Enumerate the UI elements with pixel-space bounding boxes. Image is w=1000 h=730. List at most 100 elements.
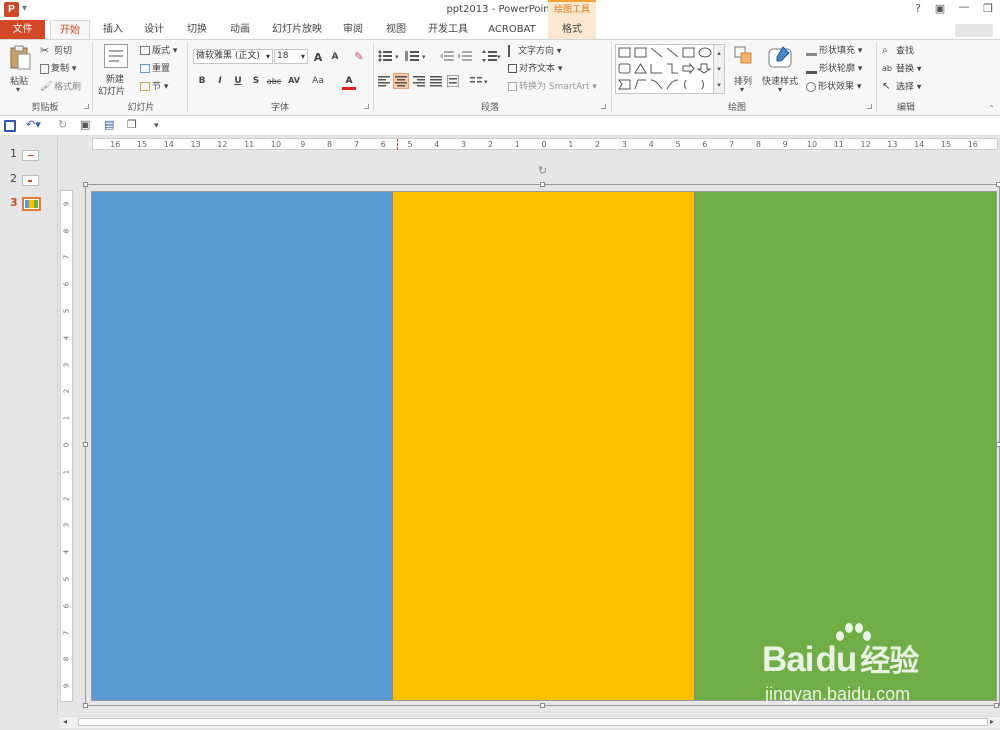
smartart-label: 转换为 SmartArt [519,82,590,92]
slide-thumbnail-1[interactable] [22,150,39,161]
scroll-left-icon[interactable]: ◂ [63,717,67,726]
ribbon-display-icon[interactable]: ▣ [932,2,948,15]
smartart-button[interactable]: 转换为 SmartArt ▾ [508,81,597,93]
paste-dropdown-icon[interactable]: ▾ [16,85,20,94]
account-avatar[interactable] [955,24,993,37]
collapse-ribbon-icon[interactable]: ⌃ [988,104,995,113]
redo-icon[interactable]: ↻ [58,118,67,131]
copy-button[interactable]: 复制 ▾ [40,63,76,75]
increase-indent-icon[interactable] [458,50,472,65]
resize-handle[interactable] [994,703,999,708]
ruler-number: 7 [729,140,735,149]
tab-format[interactable]: 格式 [548,20,596,39]
resize-handle[interactable] [83,182,88,187]
tab-animations[interactable]: 动画 [222,20,258,39]
format-painter-button[interactable]: 🖌格式刷 [40,81,81,94]
shadow-button[interactable]: S [249,76,263,86]
clipboard-group-label: 剪贴板 [31,103,59,113]
reset-button[interactable]: 重置 [140,63,170,75]
clipboard-launcher-icon[interactable] [84,104,89,109]
resize-handle[interactable] [996,442,1000,447]
align-right-icon[interactable] [413,75,425,87]
arrange-icon[interactable] [733,45,755,67]
tab-acrobat[interactable]: ACROBAT [482,20,542,39]
resize-handle[interactable] [540,182,545,187]
replace-button[interactable]: ab 替换 ▾ [882,63,921,76]
tab-design[interactable]: 设计 [136,20,172,39]
tab-developer[interactable]: 开发工具 [420,20,476,39]
columns-icon[interactable]: ▾ [470,75,492,87]
resize-handle[interactable] [540,703,545,708]
shapes-gallery-scroll[interactable]: ▴ ▾ ▾ [713,44,725,94]
tab-insert[interactable]: 插入 [96,20,130,39]
shape-effects-button[interactable]: 形状效果 ▾ [806,81,861,93]
shape-fill-button[interactable]: 形状填充 ▾ [806,45,862,57]
decrease-indent-icon[interactable] [440,50,454,65]
minimize-icon[interactable]: — [956,0,972,13]
scroll-right-icon[interactable]: ▸ [990,717,994,726]
paragraph-launcher-icon[interactable] [601,104,606,109]
underline-button[interactable]: U [231,76,245,86]
change-case-button[interactable]: Aa [309,76,327,86]
cut-button[interactable]: ✂ 剪切 [40,45,72,58]
distribute-icon[interactable] [446,74,460,88]
layout-button[interactable]: 版式 ▾ [140,45,177,57]
strikethrough-button[interactable]: abc [265,77,283,86]
char-spacing-button[interactable]: AV [285,76,303,85]
bold-button[interactable]: B [195,76,209,86]
text-direction-button[interactable]: 文字方向 ▾ [508,45,561,58]
resize-handle[interactable] [83,703,88,708]
italic-button[interactable]: I [213,76,227,86]
save-icon[interactable] [4,120,16,132]
new-slide-label-2[interactable]: 幻灯片 [98,84,125,97]
ruler-number: 7 [353,140,359,149]
undo-icon[interactable]: ↶▾ [26,118,41,131]
font-launcher-icon[interactable] [364,104,369,109]
binoculars-icon: ⌕ [882,45,888,56]
align-text-button[interactable]: 对齐文本 ▾ [508,63,562,75]
bullets-button[interactable]: ▾ [378,50,402,65]
maximize-icon[interactable]: ❐ [980,2,996,15]
scrollbar-thumb[interactable] [78,718,988,726]
tab-transitions[interactable]: 切换 [178,20,216,39]
start-from-beginning-icon[interactable]: ▣ [80,118,90,131]
font-color-button[interactable]: A [342,76,356,90]
section-button[interactable]: 节 ▾ [140,81,168,93]
drawing-launcher-icon[interactable] [867,104,872,109]
tab-file[interactable]: 文件 [0,20,45,39]
new-slide-icon[interactable] [104,44,128,68]
select-button[interactable]: ↖ 选择 ▾ [882,81,921,94]
rotate-handle-icon[interactable]: ↻ [538,164,547,177]
tab-home[interactable]: 开始 [50,20,90,39]
replace-icon: ab [882,64,892,73]
tab-review[interactable]: 审阅 [335,20,371,39]
resize-handle[interactable] [83,442,88,447]
resize-handle[interactable] [996,182,1000,187]
ruler-number: 5 [62,576,71,582]
arrange-dropdown-icon[interactable]: ▾ [740,85,744,94]
save-as-icon[interactable]: ▤ [104,118,114,131]
font-name-combo[interactable]: 微软雅黑 (正文) ▾ [193,49,273,64]
quick-styles-dropdown-icon[interactable]: ▾ [778,85,782,94]
slide-thumbnail-3[interactable] [22,197,41,211]
quick-styles-icon[interactable] [767,45,793,71]
numbering-button[interactable]: ▾ [405,50,429,65]
font-size-combo[interactable]: 18 ▾ [274,49,308,64]
shapes-gallery[interactable] [615,44,725,94]
shape-outline-button[interactable]: 形状轮廓 ▾ [806,63,862,75]
find-button[interactable]: ⌕ 查找 [882,45,914,58]
align-center-icon[interactable] [393,73,409,89]
grow-font-icon[interactable]: A [311,51,325,64]
align-left-icon[interactable] [378,75,390,87]
slide-thumbnail-2[interactable] [22,175,39,186]
tab-slideshow[interactable]: 幻灯片放映 [265,20,329,39]
tab-view[interactable]: 视图 [378,20,414,39]
shrink-font-icon[interactable]: A [328,52,342,62]
copy-format-icon[interactable]: ❐ [127,118,137,131]
line-spacing-icon[interactable]: ▾ [482,50,502,65]
help-icon[interactable]: ? [910,2,926,15]
paste-icon[interactable] [8,44,32,72]
clear-formatting-icon[interactable]: ✎ [352,50,366,63]
customize-qat-icon[interactable]: ▾ [154,121,159,131]
justify-icon[interactable] [430,75,442,87]
